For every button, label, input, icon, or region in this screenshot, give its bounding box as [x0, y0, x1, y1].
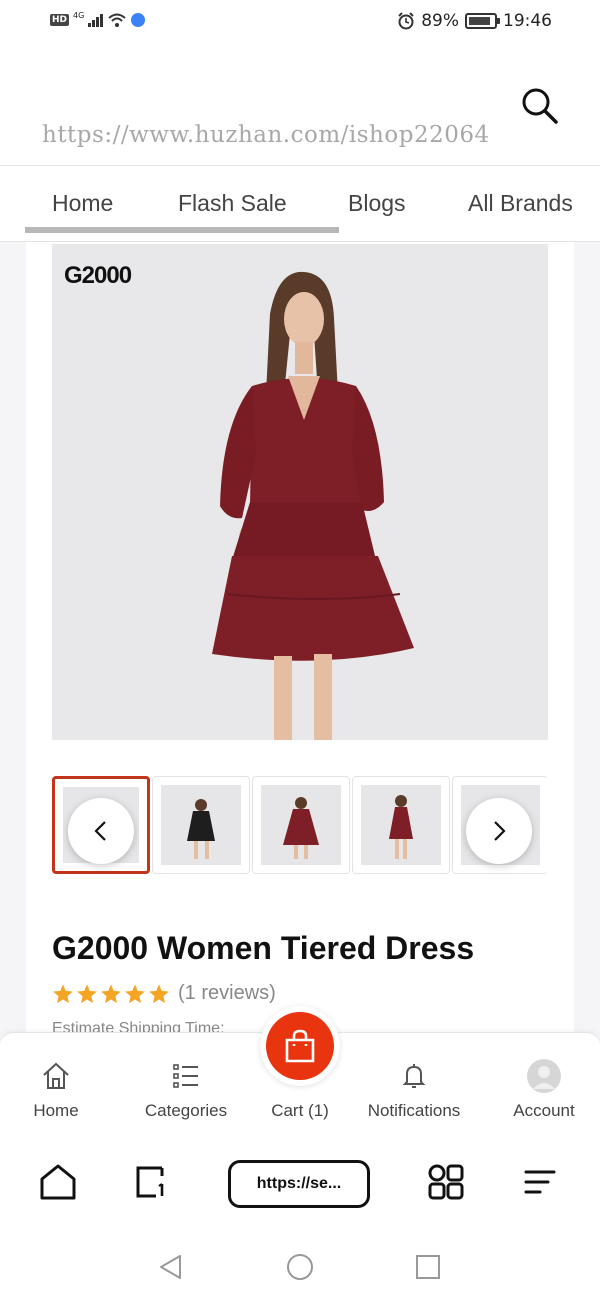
bottom-nav-label: Notifications — [367, 1101, 461, 1120]
review-count[interactable]: (1 reviews) — [178, 982, 276, 1005]
browser-home-icon[interactable] — [38, 1162, 78, 1202]
avatar-icon — [527, 1059, 561, 1093]
bottom-nav-account[interactable]: Account — [504, 1033, 584, 1133]
star-icon — [77, 983, 97, 1003]
star-icon — [101, 983, 121, 1003]
category-tabs: Home Flash Sale Blogs All Brands — [0, 166, 600, 242]
tab-home[interactable]: Home — [52, 190, 113, 217]
next-image-button[interactable] — [466, 798, 532, 864]
watermark-text: https://www.huzhan.com/ishop22064 — [42, 122, 490, 148]
cart-button[interactable] — [260, 1006, 340, 1086]
network-type: 4G — [73, 10, 85, 20]
tab-scroll-indicator — [25, 227, 339, 233]
bottom-nav-categories[interactable]: Categories — [136, 1033, 236, 1133]
star-rating — [52, 983, 170, 1005]
wifi-icon — [108, 13, 126, 27]
product-title: G2000 Women Tiered Dress — [52, 930, 475, 966]
search-icon[interactable] — [518, 84, 560, 126]
home-button-icon[interactable] — [285, 1252, 315, 1282]
product-area: G2000 G2000 Women Tiered Dress (1 review… — [0, 242, 600, 1042]
product-card: G2000 G2000 Women Tiered Dress (1 review… — [26, 242, 574, 1042]
status-bar: HD 4G 89% 19:46 — [0, 0, 600, 48]
tab-flash-sale[interactable]: Flash Sale — [178, 190, 287, 217]
chevron-right-icon — [494, 821, 506, 841]
thumbnail[interactable] — [252, 776, 350, 874]
thumbnail[interactable] — [152, 776, 250, 874]
alarm-icon — [398, 12, 414, 30]
star-icon — [149, 983, 169, 1003]
previous-image-button[interactable] — [68, 798, 134, 864]
tabs-icon[interactable] — [132, 1162, 172, 1202]
home-icon — [43, 1062, 69, 1089]
tab-all-brands[interactable]: All Brands — [468, 190, 573, 217]
clock: 19:46 — [503, 11, 552, 31]
shopping-bag-icon — [285, 1029, 315, 1063]
bottom-nav-label: Home — [33, 1101, 79, 1120]
cart-button-circle[interactable] — [266, 1012, 334, 1080]
recents-icon[interactable] — [413, 1252, 443, 1282]
product-main-image[interactable]: G2000 — [52, 244, 548, 740]
back-icon[interactable] — [156, 1252, 186, 1282]
bottom-nav-label: Categories — [144, 1101, 228, 1120]
address-bar[interactable]: https://se... — [228, 1160, 370, 1208]
battery-percent: 89% — [421, 11, 459, 31]
tab-blogs[interactable]: Blogs — [348, 190, 406, 217]
browser-indicator-icon — [131, 13, 146, 27]
hd-indicator: HD — [50, 14, 70, 26]
thumbnail[interactable] — [352, 776, 450, 874]
chevron-left-icon — [94, 821, 106, 841]
thumbnail-strip — [52, 776, 548, 876]
menu-icon[interactable] — [520, 1162, 560, 1202]
bottom-nav-label: Cart (1) — [271, 1101, 329, 1120]
categories-icon — [173, 1064, 198, 1088]
dress-photo — [52, 244, 548, 740]
star-icon — [53, 983, 73, 1003]
bottom-nav-label: Account — [513, 1101, 575, 1120]
site-header: https://www.huzhan.com/ishop22064 — [0, 48, 600, 166]
brand-logo: G2000 — [64, 262, 132, 289]
bottom-nav-notifications[interactable]: Notifications — [364, 1033, 464, 1133]
system-navigation — [0, 1230, 600, 1300]
status-right: 89% 19:46 — [397, 11, 552, 31]
bell-icon — [402, 1064, 426, 1088]
signal-icon — [88, 13, 104, 27]
status-left: HD 4G — [50, 10, 146, 28]
battery-icon — [465, 13, 500, 29]
product-rating[interactable]: (1 reviews) — [52, 982, 276, 1005]
apps-grid-icon[interactable] — [426, 1162, 466, 1202]
browser-toolbar: https://se... — [0, 1142, 600, 1230]
star-icon — [125, 983, 145, 1003]
bottom-nav-home[interactable]: Home — [16, 1033, 96, 1133]
